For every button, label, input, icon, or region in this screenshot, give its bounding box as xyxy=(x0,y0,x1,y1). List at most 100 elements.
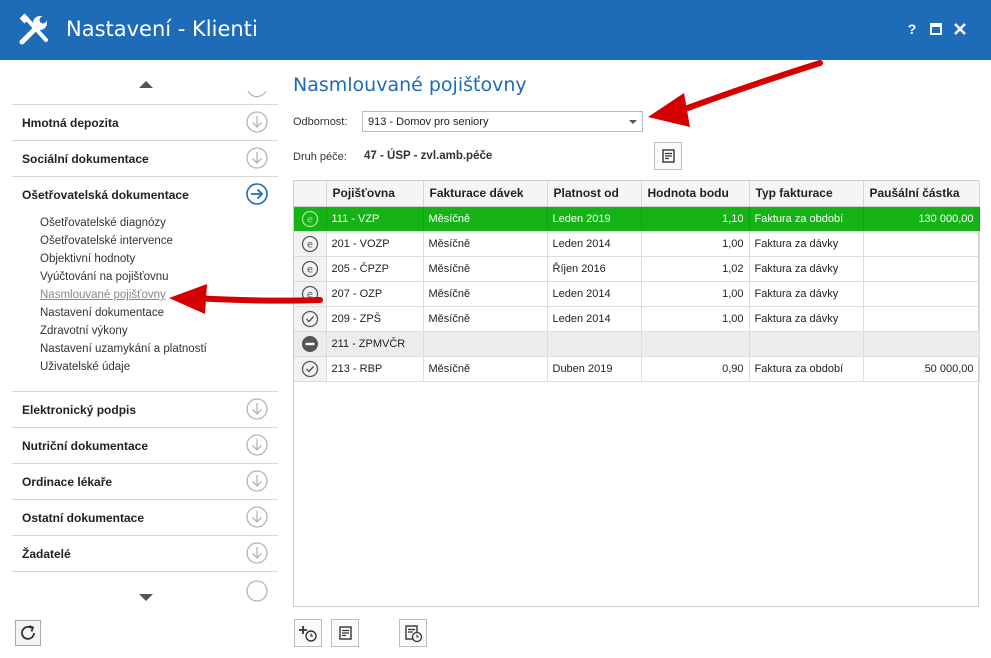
cell-platnost xyxy=(547,331,642,357)
sidebar-group-nutricni-dokumentace[interactable]: Nutriční dokumentace xyxy=(12,427,278,463)
druh-pece-detail-button[interactable] xyxy=(654,142,682,170)
cell-fakturace: Měsíčně xyxy=(423,256,548,282)
sidebar-group-socialni-dokumentace[interactable]: Sociální dokumentace xyxy=(12,140,278,176)
cell-typ: Faktura za dávky xyxy=(749,281,864,307)
cell-fakturace: Měsíčně xyxy=(423,306,548,332)
sidebar-group-zadatele[interactable]: Žadatelé xyxy=(12,535,278,571)
odbornost-select[interactable]: 913 - Domov pro seniory xyxy=(362,111,643,132)
sidebar-group-hmotna-depozita[interactable]: Hmotná depozita xyxy=(12,104,278,140)
sidebar-item-zdravotni-vykony[interactable]: Zdravotní výkony xyxy=(40,322,270,340)
cell-platnost: Duben 2019 xyxy=(547,356,642,382)
annotation-arrow-icon xyxy=(648,60,823,127)
chevron-down-circle-icon xyxy=(246,542,268,564)
scroll-up-arrow-icon[interactable] xyxy=(139,81,153,88)
table-row[interactable]: e 111 - VZP Měsíčně Leden 2019 1,10 Fakt… xyxy=(294,206,980,232)
column-header-typ-fakturace[interactable]: Typ fakturace xyxy=(749,181,864,207)
status-cell: e xyxy=(294,231,327,257)
sidebar-item-uzivatelske-udaje[interactable]: Uživatelské údaje xyxy=(40,358,270,376)
help-button[interactable]: ? xyxy=(902,19,922,39)
column-header-fakturace-davek[interactable]: Fakturace dávek xyxy=(423,181,548,207)
chevron-down-circle-icon xyxy=(246,434,268,456)
page-title: Nasmlouvané pojišťovny xyxy=(293,74,527,96)
cell-pojistovna: 209 - ZPŠ xyxy=(326,306,424,332)
sidebar-item-objektivni-hodnoty[interactable]: Objektivní hodnoty xyxy=(40,250,270,268)
cell-hodnota: 1,02 xyxy=(641,256,750,282)
cell-platnost: Říjen 2016 xyxy=(547,256,642,282)
column-header-hodnota-bodu[interactable]: Hodnota bodu xyxy=(641,181,750,207)
chevron-down-circle-icon xyxy=(246,506,268,528)
cell-typ: Faktura za dávky xyxy=(749,256,864,282)
cell-pojistovna: 211 - ZPMVČR xyxy=(326,331,424,357)
svg-text:e: e xyxy=(307,264,313,275)
cell-platnost: Leden 2014 xyxy=(547,281,642,307)
document-list-icon xyxy=(339,626,352,640)
table-row[interactable]: 213 - RBP Měsíčně Duben 2019 0,90 Faktur… xyxy=(294,356,980,382)
column-header-pausalni-castka[interactable]: Paušální částka xyxy=(863,181,980,207)
table-row[interactable]: e 207 - OZP Měsíčně Leden 2014 1,00 Fakt… xyxy=(294,281,980,307)
sidebar-group-label: Nutriční dokumentace xyxy=(22,439,149,453)
scroll-down-arrow-icon[interactable] xyxy=(139,594,153,601)
column-header-status[interactable] xyxy=(294,181,327,207)
refresh-icon xyxy=(21,625,35,640)
sidebar-panel: Hmotná depozita Sociální dokumentace Oše… xyxy=(12,62,278,607)
cell-pausal: 50 000,00 xyxy=(863,356,980,382)
partial-group-icon xyxy=(247,90,267,98)
sidebar-item-osetrovatelske-intervence[interactable]: Ošetřovatelské intervence xyxy=(40,232,270,250)
status-cell: e xyxy=(294,256,327,282)
status-cell xyxy=(294,331,327,357)
cell-pojistovna: 201 - VOZP xyxy=(326,231,424,257)
sidebar-item-nastaveni-dokumentace[interactable]: Nastavení dokumentace xyxy=(40,304,270,322)
chevron-down-icon xyxy=(629,120,637,124)
sidebar-item-vyuctovani-na-pojistovnu[interactable]: Vyúčtování na pojišťovnu xyxy=(40,268,270,286)
cell-hodnota: 1,00 xyxy=(641,306,750,332)
cell-hodnota: 1,00 xyxy=(641,231,750,257)
cell-hodnota xyxy=(641,331,750,357)
refresh-button[interactable] xyxy=(15,620,41,646)
cell-typ: Faktura za dávky xyxy=(749,231,864,257)
close-button[interactable] xyxy=(950,19,970,39)
cell-fakturace: Měsíčně xyxy=(423,356,548,382)
druh-pece-value: 47 - ÚSP - zvl.amb.péče xyxy=(364,150,493,162)
svg-text:e: e xyxy=(307,214,313,225)
cell-fakturace: Měsíčně xyxy=(423,206,548,232)
sidebar-group-label: Ošetřovatelská dokumentace xyxy=(22,188,189,202)
sidebar-sub-list: Ošetřovatelské diagnózy Ošetřovatelské i… xyxy=(40,214,270,376)
sidebar-group-osetrovatelska-dokumentace[interactable]: Ošetřovatelská dokumentace xyxy=(12,176,278,212)
sidebar-group-elektronicky-podpis[interactable]: Elektronický podpis xyxy=(12,391,278,427)
cell-platnost: Leden 2014 xyxy=(547,306,642,332)
cell-platnost: Leden 2014 xyxy=(547,231,642,257)
cell-pausal xyxy=(863,281,980,307)
history-button[interactable] xyxy=(399,619,427,647)
arrow-right-circle-icon xyxy=(246,183,268,205)
status-cell xyxy=(294,306,327,332)
sidebar-item-nastaveni-uzamykani[interactable]: Nastavení uzamykání a platností xyxy=(40,340,270,358)
add-insurance-button[interactable] xyxy=(294,619,322,647)
druh-pece-label: Druh péče: xyxy=(293,151,347,163)
cell-hodnota: 1,00 xyxy=(641,281,750,307)
sidebar-group-label: Sociální dokumentace xyxy=(22,152,149,166)
cell-pojistovna: 111 - VZP xyxy=(326,206,424,232)
chevron-down-circle-icon xyxy=(246,398,268,420)
table-row[interactable]: 211 - ZPMVČR xyxy=(294,331,980,357)
cell-fakturace xyxy=(423,331,548,357)
sidebar-item-nasmlouvane-pojistovny[interactable]: Nasmlouvané pojišťovny xyxy=(40,286,270,304)
odbornost-select-value: 913 - Domov pro seniory xyxy=(368,116,489,128)
cell-hodnota: 0,90 xyxy=(641,356,750,382)
add-clock-icon xyxy=(299,626,317,642)
cell-pausal xyxy=(863,256,980,282)
cell-typ: Faktura za období xyxy=(749,206,864,232)
column-header-platnost-od[interactable]: Platnost od xyxy=(547,181,642,207)
sidebar-group-partial[interactable] xyxy=(12,571,278,607)
sidebar-group-ordinace-lekare[interactable]: Ordinace lékaře xyxy=(12,463,278,499)
table-row[interactable]: e 205 - ČPZP Měsíčně Říjen 2016 1,02 Fak… xyxy=(294,256,980,282)
status-cell xyxy=(294,356,327,382)
cell-pojistovna: 213 - RBP xyxy=(326,356,424,382)
cell-pausal xyxy=(863,331,980,357)
sidebar-item-osetrovatelske-diagnozy[interactable]: Ošetřovatelské diagnózy xyxy=(40,214,270,232)
table-row[interactable]: e 201 - VOZP Měsíčně Leden 2014 1,00 Fak… xyxy=(294,231,980,257)
edit-insurance-button[interactable] xyxy=(331,619,359,647)
table-row[interactable]: 209 - ZPŠ Měsíčně Leden 2014 1,00 Faktur… xyxy=(294,306,980,332)
column-header-pojistovna[interactable]: Pojišťovna xyxy=(326,181,424,207)
sidebar-group-ostatni-dokumentace[interactable]: Ostatní dokumentace xyxy=(12,499,278,535)
maximize-button[interactable] xyxy=(926,19,946,39)
